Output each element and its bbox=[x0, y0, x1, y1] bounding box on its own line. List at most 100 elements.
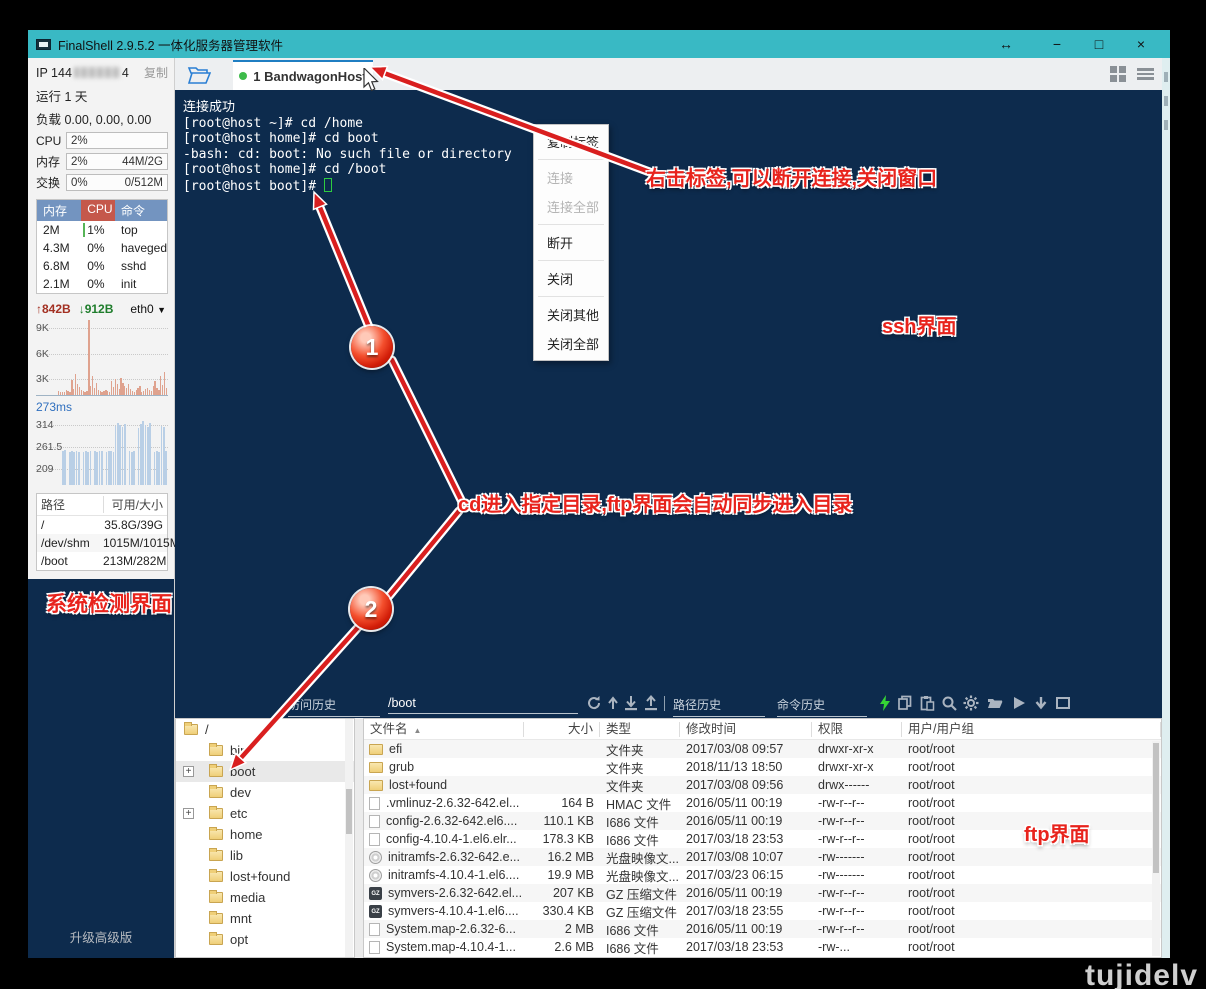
tree-item-mnt[interactable]: mnt bbox=[176, 908, 354, 929]
expand-icon[interactable]: + bbox=[183, 808, 194, 819]
paste-icon[interactable] bbox=[919, 695, 935, 711]
copy-ip-link[interactable]: 复制 bbox=[144, 64, 168, 81]
tree-item-dev[interactable]: dev bbox=[176, 782, 354, 803]
visit-history-dropdown[interactable]: 访问历史 bbox=[288, 696, 380, 717]
process-header-CPU[interactable]: CPU bbox=[81, 200, 115, 221]
file-name: System.map-4.10.4-1... bbox=[386, 940, 516, 954]
file-icon bbox=[369, 815, 380, 828]
minimize-button[interactable]: − bbox=[1036, 36, 1078, 52]
refresh-icon[interactable] bbox=[586, 695, 602, 711]
tree-item-bin[interactable]: bin bbox=[176, 740, 354, 761]
maximize-button[interactable]: □ bbox=[1078, 36, 1120, 52]
file-row-.vmlinuz-2.6.32-642.el...[interactable]: .vmlinuz-2.6.32-642.el...164 BHMAC 文件201… bbox=[364, 794, 1161, 812]
arrow-down-icon[interactable] bbox=[1033, 695, 1049, 711]
process-header-命令[interactable]: 命令 bbox=[115, 200, 167, 221]
column-header-文件名[interactable]: 文件名▲ bbox=[364, 722, 524, 737]
menu-item-关闭其他[interactable]: 关闭其他 bbox=[534, 300, 608, 329]
interface-selector[interactable]: eth0 ▼ bbox=[130, 302, 166, 316]
bar bbox=[64, 450, 66, 485]
process-cell: 2M bbox=[37, 221, 81, 239]
disk-row[interactable]: /35.8G/39G bbox=[37, 516, 167, 534]
tree-item-boot[interactable]: +boot bbox=[176, 761, 354, 782]
file-name-cell: config-2.6.32-642.el6.... bbox=[364, 814, 524, 828]
path-history-dropdown[interactable]: 路径历史 bbox=[673, 696, 765, 717]
column-header-修改时间[interactable]: 修改时间 bbox=[680, 722, 812, 737]
search-icon[interactable] bbox=[941, 695, 957, 711]
collapsed-right-panel[interactable] bbox=[1162, 58, 1170, 958]
path-input[interactable]: /boot bbox=[388, 696, 578, 714]
file-row-grub[interactable]: grub文件夹2018/11/13 18:50drwxr-xr-xroot/ro… bbox=[364, 758, 1161, 776]
disk-header-path: 路径 bbox=[41, 496, 103, 513]
layout-grid-icon[interactable] bbox=[1110, 66, 1127, 82]
process-cell: 6.8M bbox=[37, 257, 81, 275]
disk-path: /dev/shm bbox=[41, 536, 103, 550]
file-row-symvers-4.10.4-1.el6....[interactable]: GZsymvers-4.10.4-1.el6....330.4 KBGZ 压缩文… bbox=[364, 902, 1161, 920]
menu-item-复制标签[interactable]: 复制标签 bbox=[534, 127, 608, 156]
file-row-lost+found[interactable]: lost+found文件夹2017/03/08 09:56drwx------r… bbox=[364, 776, 1161, 794]
expand-icon[interactable]: + bbox=[183, 766, 194, 777]
file-size: 19.9 MB bbox=[524, 868, 600, 882]
menu-item-关闭全部[interactable]: 关闭全部 bbox=[534, 329, 608, 358]
file-row-efi[interactable]: efi文件夹2017/03/08 09:57drwxr-xr-xroot/roo… bbox=[364, 740, 1161, 758]
open-connection-button[interactable] bbox=[187, 63, 211, 85]
ip-blurred-segment bbox=[74, 67, 120, 78]
tree-item-home[interactable]: home bbox=[176, 824, 354, 845]
tree-item-lost+found[interactable]: lost+found bbox=[176, 866, 354, 887]
menu-item-断开[interactable]: 断开 bbox=[534, 228, 608, 257]
folder-icon bbox=[209, 892, 223, 903]
file-perm: -rw-r--r-- bbox=[812, 922, 902, 936]
column-header-大小[interactable]: 大小 bbox=[524, 722, 600, 737]
disk-row[interactable]: /boot213M/282M bbox=[37, 552, 167, 570]
process-cell: 4.3M bbox=[37, 239, 81, 257]
resize-icon[interactable]: ↔ bbox=[994, 36, 1018, 52]
menu-separator bbox=[538, 224, 604, 225]
column-header-权限[interactable]: 权限 bbox=[812, 722, 902, 737]
tree-item-media[interactable]: media bbox=[176, 887, 354, 908]
copy-icon[interactable] bbox=[897, 695, 913, 711]
tab-bandwagonhost[interactable]: 1 BandwagonHost bbox=[233, 60, 373, 90]
file-row-System.map-4.10.4-1...[interactable]: System.map-4.10.4-1...2.6 MBI686 文件2017/… bbox=[364, 938, 1161, 956]
menu-icon[interactable] bbox=[1137, 66, 1154, 82]
column-header-类型[interactable]: 类型 bbox=[600, 722, 680, 737]
process-cell: top bbox=[115, 221, 167, 239]
file-name-cell: System.map-4.10.4-1... bbox=[364, 940, 524, 954]
tree-item-etc[interactable]: +etc bbox=[176, 803, 354, 824]
window-panel-icon[interactable] bbox=[1055, 695, 1071, 711]
process-row[interactable]: 2.1M0%init bbox=[37, 275, 167, 293]
process-header-内存[interactable]: 内存 bbox=[37, 200, 81, 221]
folder-icon bbox=[184, 724, 198, 735]
close-button[interactable]: × bbox=[1120, 36, 1162, 52]
tree-item-label: home bbox=[230, 827, 263, 842]
speed-boost-icon[interactable] bbox=[877, 695, 893, 711]
upgrade-link[interactable]: 升级高级版 bbox=[28, 927, 174, 946]
parent-directory-icon[interactable] bbox=[605, 695, 621, 711]
file-row-initramfs-4.10.4-1.el6....[interactable]: initramfs-4.10.4-1.el6....19.9 MB光盘映像文..… bbox=[364, 866, 1161, 884]
file-row-symvers-2.6.32-642.el...[interactable]: GZsymvers-2.6.32-642.el...207 KBGZ 压缩文件2… bbox=[364, 884, 1161, 902]
file-mtime: 2017/03/18 23:53 bbox=[680, 940, 812, 954]
settings-gear-icon[interactable] bbox=[963, 695, 979, 711]
file-name: grub bbox=[389, 760, 414, 774]
file-row-System.map-2.6.32-6...[interactable]: System.map-2.6.32-6...2 MBI686 文件2016/05… bbox=[364, 920, 1161, 938]
disk-row[interactable]: /dev/shm1015M/1015M bbox=[37, 534, 167, 552]
tree-item-/[interactable]: / bbox=[176, 719, 354, 740]
open-folder-icon[interactable] bbox=[987, 695, 1003, 711]
process-row[interactable]: 4.3M0%haveged bbox=[37, 239, 167, 257]
download-icon[interactable] bbox=[623, 695, 639, 711]
run-icon[interactable] bbox=[1011, 695, 1027, 711]
process-row[interactable]: 6.8M0%sshd bbox=[37, 257, 167, 275]
upload-icon[interactable] bbox=[643, 695, 659, 711]
process-row[interactable]: 2M1%top bbox=[37, 221, 167, 239]
file-mtime: 2017/03/18 23:53 bbox=[680, 832, 812, 846]
meter-label: 交换 bbox=[36, 174, 66, 191]
file-row-initramfs-2.6.32-642.e...[interactable]: initramfs-2.6.32-642.e...16.2 MB光盘映像文...… bbox=[364, 848, 1161, 866]
command-history-dropdown[interactable]: 命令历史 bbox=[777, 696, 867, 717]
column-header-用户/用户组[interactable]: 用户/用户组 bbox=[902, 722, 1161, 737]
tree-item-opt[interactable]: opt bbox=[176, 929, 354, 950]
tree-item-lib[interactable]: lib bbox=[176, 845, 354, 866]
menu-separator bbox=[538, 260, 604, 261]
file-table-scrollbar[interactable] bbox=[1152, 741, 1160, 956]
menu-item-关闭[interactable]: 关闭 bbox=[534, 264, 608, 293]
load-label: 负载 0.00, 0.00, 0.00 bbox=[36, 109, 168, 128]
file-name: initramfs-4.10.4-1.el6.... bbox=[388, 868, 519, 882]
tree-scrollbar[interactable] bbox=[345, 719, 353, 957]
